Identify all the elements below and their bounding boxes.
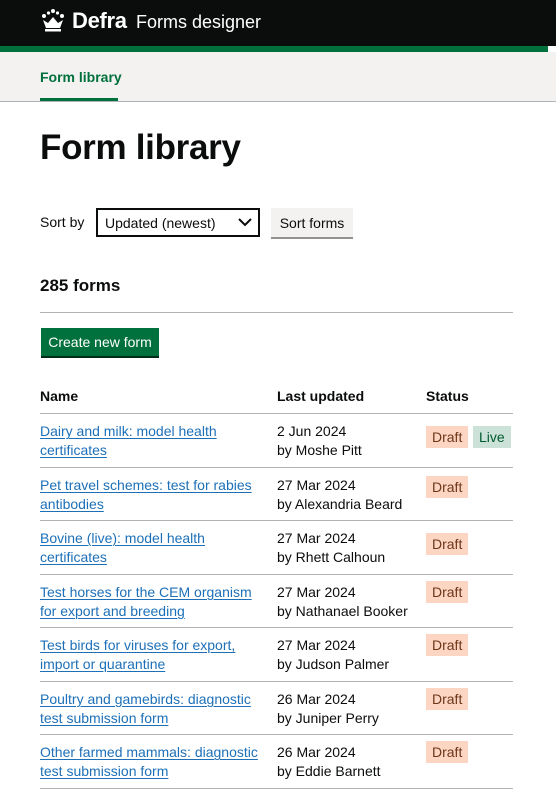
status-badge-draft: Draft	[426, 475, 469, 498]
site-header: Defra Forms designer	[0, 0, 556, 46]
updated-by: by Nathanael Booker	[277, 602, 408, 619]
service-name[interactable]: Forms designer	[136, 12, 261, 33]
table-row: Test birds for viruses for export, impor…	[40, 628, 513, 682]
updated-date: 27 Mar 2024	[277, 637, 356, 653]
sort-select[interactable]: Updated (newest)	[96, 208, 260, 237]
updated-by: by Moshe Pitt	[277, 442, 362, 458]
status-badge-draft: Draft	[426, 580, 469, 603]
form-link[interactable]: Test horses for the CEM organism for exp…	[40, 583, 262, 621]
page-title: Form library	[40, 128, 241, 167]
status-badge-draft: Draft	[426, 687, 469, 710]
updated-date: 27 Mar 2024	[277, 530, 356, 546]
sort-select-value: Updated (newest)	[105, 215, 216, 231]
chevron-down-icon	[238, 218, 252, 227]
table-row: Dairy and milk: model health certificate…	[40, 414, 513, 468]
status-badge-draft: Draft	[426, 533, 469, 555]
status-badge-draft: Draft	[426, 741, 469, 763]
updated-by: by Judson Palmer	[277, 656, 390, 672]
create-new-form-button[interactable]: Create new form	[41, 328, 159, 356]
table-row: Pet travel schemes: test for rabies anti…	[40, 468, 513, 521]
table-row: Test horses for the CEM organism for exp…	[40, 575, 513, 628]
column-header-status: Status	[426, 388, 469, 404]
active-nav-indicator	[40, 98, 118, 101]
status-badge-draft: Draft	[426, 634, 469, 656]
table-row: Bovine (live): model health certificates…	[40, 521, 513, 575]
sort-forms-button[interactable]: Sort forms	[271, 208, 353, 237]
sub-navigation: Form library	[0, 52, 556, 102]
updated-date: 2 Jun 2024	[277, 423, 347, 439]
form-count: 285 forms	[40, 276, 121, 295]
form-link[interactable]: Pet travel schemes: test for rabies anti…	[40, 476, 262, 514]
table-row: Other farmed mammals: diagnostic test su…	[40, 735, 513, 789]
updated-by: by Juniper Perry	[277, 709, 379, 726]
updated-by: by Rhett Calhoun	[277, 549, 386, 565]
updated-date: 27 Mar 2024	[277, 583, 356, 600]
table-row: Poultry and gamebirds: diagnostic test s…	[40, 682, 513, 735]
form-link[interactable]: Dairy and milk: model health certificate…	[40, 422, 262, 460]
status-badge-live: Live	[473, 426, 511, 448]
updated-date: 26 Mar 2024	[277, 744, 356, 760]
status-badge-draft: Draft	[426, 426, 469, 448]
form-link[interactable]: Bovine (live): model health certificates	[40, 529, 262, 567]
updated-by: by Eddie Barnett	[277, 763, 381, 779]
form-link[interactable]: Test birds for viruses for export, impor…	[40, 636, 262, 674]
crown-icon	[42, 9, 64, 32]
divider	[40, 312, 513, 313]
updated-date: 26 Mar 2024	[277, 690, 356, 707]
brand-name[interactable]: Defra	[72, 8, 127, 34]
updated-date: 27 Mar 2024	[277, 476, 356, 493]
form-link[interactable]: Poultry and gamebirds: diagnostic test s…	[40, 690, 262, 728]
sort-label: Sort by	[40, 214, 85, 230]
form-link[interactable]: Other farmed mammals: diagnostic test su…	[40, 743, 262, 781]
updated-by: by Alexandria Beard	[277, 495, 403, 512]
nav-item-form-library[interactable]: Form library	[40, 69, 122, 85]
column-header-name: Name	[40, 388, 79, 404]
column-header-last-updated: Last updated	[277, 388, 365, 404]
